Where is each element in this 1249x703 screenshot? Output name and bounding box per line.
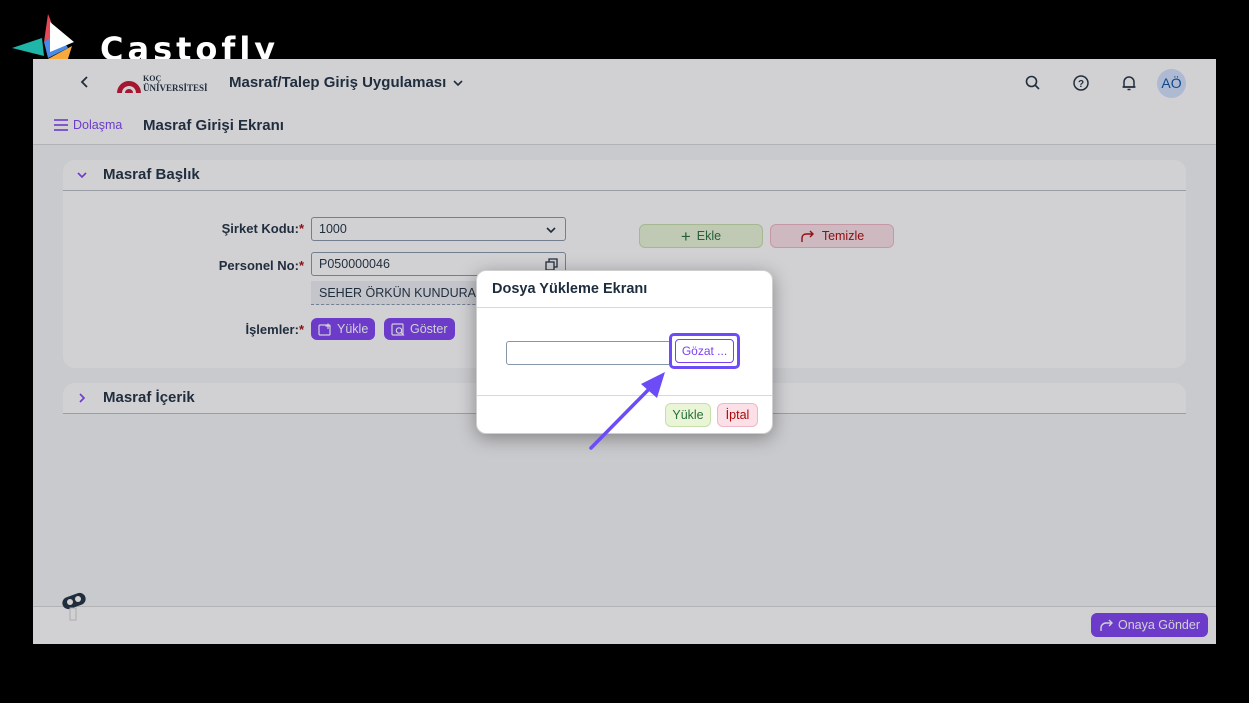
browse-button[interactable]: Gözat ...	[675, 339, 734, 363]
tutorial-arrow-icon	[589, 372, 665, 450]
dialog-cancel-button[interactable]: İptal	[717, 403, 758, 427]
divider	[477, 307, 772, 308]
dialog-title: Dosya Yükleme Ekranı	[492, 281, 648, 297]
file-path-input[interactable]	[506, 341, 671, 365]
